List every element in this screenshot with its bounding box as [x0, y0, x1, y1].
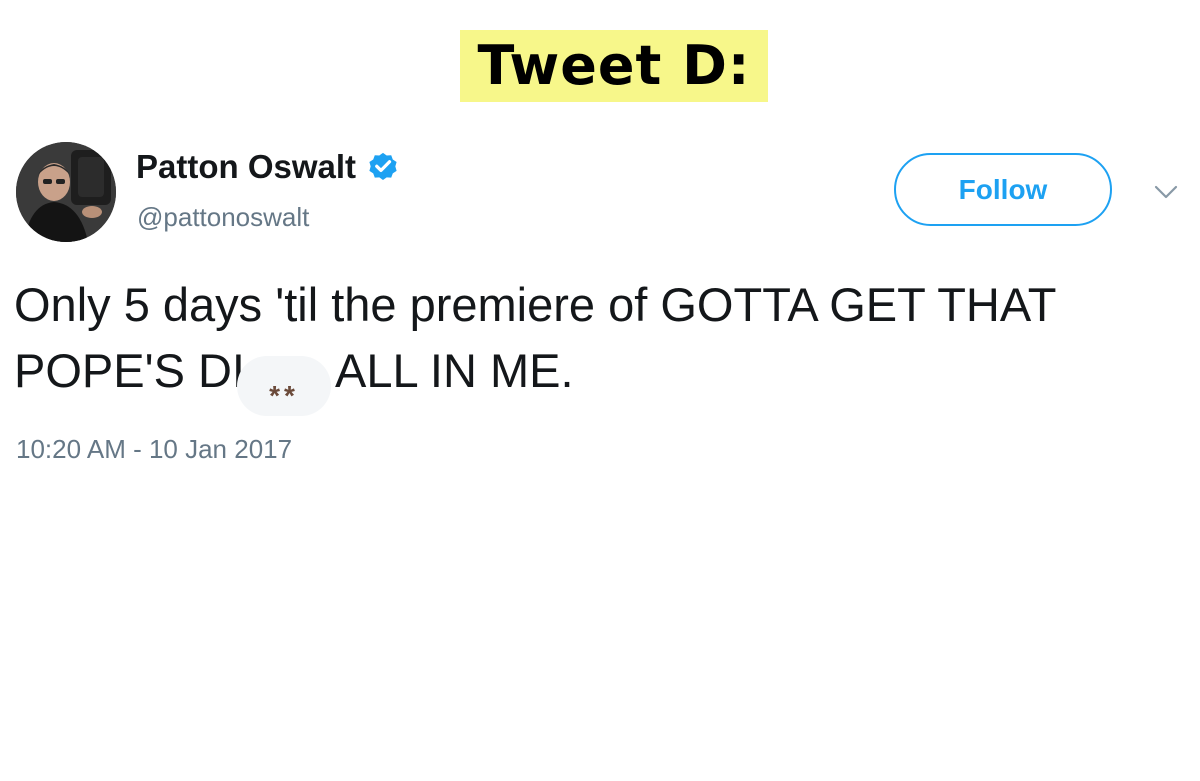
profile-photo-icon	[16, 142, 116, 242]
tweet-text: Only 5 days 'til the premiere of GOTTA G…	[14, 272, 1174, 416]
tweet-timestamp[interactable]: 10:20 AM - 10 Jan 2017	[16, 436, 292, 462]
tweet-text-part2: ALL IN ME.	[334, 344, 574, 397]
censored-text: **	[269, 380, 299, 411]
chevron-down-icon[interactable]	[1154, 184, 1178, 200]
verified-badge-icon	[369, 152, 397, 181]
follow-button[interactable]: Follow	[894, 153, 1112, 226]
author-display-name[interactable]: Patton Oswalt	[136, 150, 356, 183]
follow-button-label: Follow	[958, 173, 1048, 205]
tweet-label-text: Tweet D:	[477, 34, 751, 97]
avatar[interactable]	[16, 142, 116, 242]
tweet-label-heading: Tweet D:	[460, 30, 768, 102]
author-handle[interactable]: @pattonoswalt	[137, 204, 309, 230]
censor-mask: **	[236, 356, 331, 416]
author-name-row: Patton Oswalt	[136, 149, 400, 183]
